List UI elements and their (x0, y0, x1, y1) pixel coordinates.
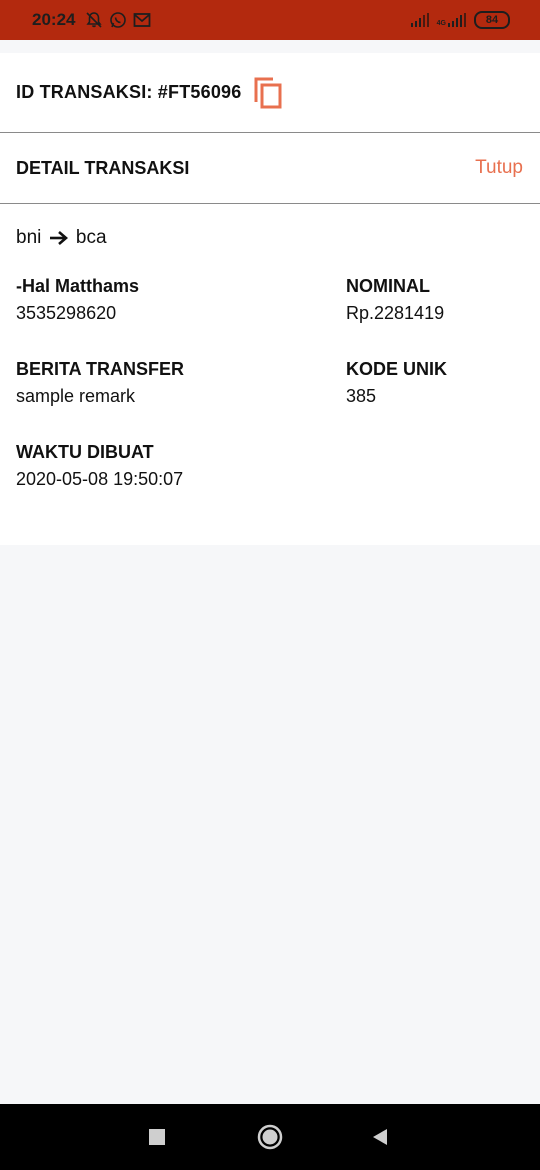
created-time-label: WAKTU DIBUAT (16, 442, 154, 462)
created-time-value: 2020-05-08 19:50:07 (16, 469, 184, 489)
square-icon (149, 1129, 165, 1145)
nominal-field: NOMINAL Rp.2281419 (346, 276, 444, 324)
battery-level: 84 (485, 14, 499, 26)
unique-code-field: KODE UNIK 385 (346, 359, 447, 407)
nominal-value: Rp.2281419 (346, 303, 445, 323)
whatsapp-icon (110, 12, 127, 28)
transaction-id-row: ID TRANSAKSI: #FT56096 (0, 53, 540, 133)
nominal-label: NOMINAL (346, 276, 430, 296)
status-bar: 20:24 4G 84 (0, 0, 540, 40)
back-button[interactable] (360, 1104, 400, 1170)
triangle-back-icon (373, 1129, 387, 1145)
copy-icon (254, 77, 282, 108)
home-button[interactable] (250, 1104, 290, 1170)
detail-header: DETAIL TRANSAKSI Tutup (0, 133, 540, 204)
bell-muted-icon (86, 12, 103, 28)
recipient-field: -Hal Matthams 3535298620 (16, 276, 139, 324)
circle-icon (257, 1124, 283, 1150)
remark-label: BERITA TRANSFER (16, 359, 184, 379)
copy-button[interactable] (253, 76, 283, 110)
signal-icon-2 (448, 13, 466, 27)
signal-icon (410, 13, 429, 27)
remark-field: BERITA TRANSFER sample remark (16, 359, 184, 407)
route-from: bni (16, 227, 42, 248)
route-to: bca (75, 227, 107, 248)
close-button[interactable]: Tutup (475, 157, 523, 179)
recipient-name: -Hal Matthams (16, 276, 140, 296)
recipient-account: 3535298620 (16, 303, 117, 323)
created-time-field: WAKTU DIBUAT 2020-05-08 19:50:07 (16, 442, 183, 490)
battery-icon: 84 (474, 11, 510, 29)
network-type: 4G (436, 20, 446, 27)
bank-route: bni bca (16, 227, 107, 249)
transaction-id: ID TRANSAKSI: #FT56096 (16, 82, 242, 102)
unique-code-label: KODE UNIK (346, 359, 448, 379)
unique-code-value: 385 (346, 386, 377, 406)
transaction-card: ID TRANSAKSI: #FT56096 DETAIL TRANSAKSI … (0, 53, 540, 545)
gmail-icon (134, 13, 151, 27)
navigation-bar (0, 1104, 540, 1170)
recents-button[interactable] (137, 1104, 177, 1170)
arrow-right-icon (49, 230, 68, 245)
detail-title: DETAIL TRANSAKSI (16, 157, 190, 178)
remark-value: sample remark (16, 386, 136, 406)
status-time: 20:24 (32, 10, 76, 29)
